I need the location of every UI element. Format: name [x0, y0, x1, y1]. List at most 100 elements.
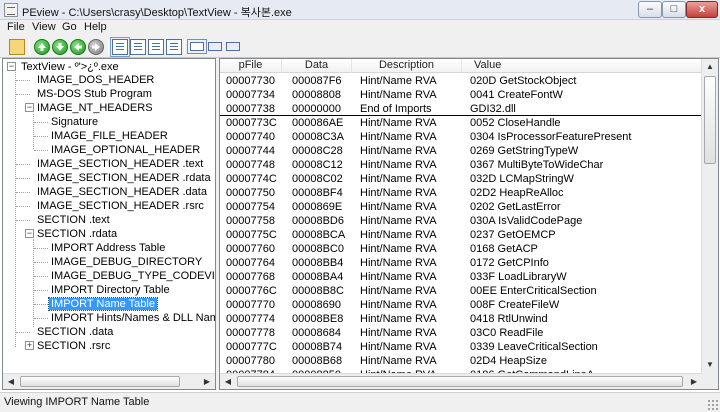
scroll-right-icon[interactable]: ▶	[199, 374, 215, 389]
column-header-description[interactable]: Description	[352, 59, 462, 73]
cell-description: Hint/Name RVA	[360, 229, 437, 241]
table-row[interactable]: 0000773C 000086AE Hint/Name RVA 0052 CloseH…	[220, 116, 702, 130]
cell-value: 0168 GetACP	[470, 243, 538, 255]
scroll-up-icon[interactable]: ▲	[702, 59, 718, 75]
cell-data: 00008BC0	[292, 243, 344, 255]
tree-node-image-debug-type-codeview[interactable]: IMAGE_DEBUG_TYPE_CODEVIEW	[49, 269, 215, 283]
table-row[interactable]: 00007760 00008BC0 Hint/Name RVA 0168 GetACP	[220, 242, 702, 256]
table-row[interactable]: 00007734 00008808 Hint/Name RVA 0041 Create…	[220, 88, 702, 102]
cell-data: 00008C28	[292, 145, 343, 157]
tree-node-import-name-table[interactable]: IMPORT Name Table	[48, 297, 158, 311]
menu-bar: File View Go Help	[0, 20, 720, 36]
tree-node-section-header-rdata[interactable]: IMAGE_SECTION_HEADER .rdata	[35, 171, 213, 185]
table-row[interactable]: 00007774 00008BE8 Hint/Name RVA 0418 RtlUnw…	[220, 312, 702, 326]
structure-tree[interactable]: − TextView - º'>¿º.exe IMAGE_DOS_HEADER …	[2, 58, 216, 390]
tree-node-import-directory-table[interactable]: IMPORT Directory Table	[49, 283, 172, 297]
menu-file[interactable]: File	[3, 21, 29, 33]
tree-node-image-dos-header[interactable]: IMAGE_DOS_HEADER	[35, 73, 156, 87]
table-row[interactable]: 00007750 00008BF4 Hint/Name RVA 02D2 HeapRe…	[220, 186, 702, 200]
scroll-thumb[interactable]	[237, 376, 683, 387]
collapse-icon[interactable]: −	[7, 62, 16, 71]
table-row[interactable]: 0000775C 00008BCA Hint/Name RVA 0237 GetOEM…	[220, 228, 702, 242]
column-header-pfile[interactable]: pFile	[220, 59, 282, 73]
view-words-icon[interactable]	[148, 39, 164, 55]
tree-node-section-text[interactable]: SECTION .text	[35, 213, 112, 227]
tree-line	[16, 332, 30, 333]
menu-help[interactable]: Help	[80, 21, 111, 33]
table-row[interactable]: 0000776C 00008B8C Hint/Name RVA 00EE EnterC…	[220, 284, 702, 298]
tree-node-signature[interactable]: Signature	[49, 115, 100, 129]
close-button[interactable]: x	[686, 1, 718, 18]
go-back-icon[interactable]	[70, 39, 86, 55]
tree-node-import-hints-names[interactable]: IMPORT Hints/Names & DLL Names	[49, 311, 215, 325]
go-forward-icon[interactable]	[88, 39, 104, 55]
layout-icon-1[interactable]	[187, 39, 207, 54]
tree-node-image-debug-directory[interactable]: IMAGE_DEBUG_DIRECTORY	[49, 255, 204, 269]
list-vertical-scrollbar[interactable]: ▲ ▼	[701, 59, 718, 389]
tree-line	[15, 72, 16, 347]
table-row[interactable]: 0000774C 00008C02 Hint/Name RVA 032D LCMapS…	[220, 172, 702, 186]
cell-data: 000087F6	[292, 75, 342, 87]
cell-value: 0172 GetCPInfo	[470, 257, 549, 269]
table-row[interactable]: 0000777C 00008B74 Hint/Name RVA 0339 LeaveC…	[220, 340, 702, 354]
tree-node-import-address-table[interactable]: IMPORT Address Table	[49, 241, 167, 255]
maximize-button[interactable]: □	[662, 1, 686, 18]
tree-node-ms-dos-stub[interactable]: MS-DOS Stub Program	[35, 87, 154, 101]
go-up-icon[interactable]	[34, 39, 50, 55]
tree-node-section-header-text[interactable]: IMAGE_SECTION_HEADER .text	[35, 157, 205, 171]
tree-line	[34, 122, 48, 123]
collapse-icon[interactable]: −	[25, 229, 34, 238]
collapse-icon[interactable]: −	[25, 103, 34, 112]
tree-line	[16, 206, 30, 207]
table-row[interactable]: 00007740 00008C3A Hint/Name RVA 0304 IsProc…	[220, 130, 702, 144]
scroll-thumb[interactable]	[704, 76, 716, 164]
tree-node-image-file-header[interactable]: IMAGE_FILE_HEADER	[49, 129, 170, 143]
table-row[interactable]: 00007744 00008C28 Hint/Name RVA 0269 GetStr…	[220, 144, 702, 158]
list-horizontal-scrollbar[interactable]: ◀ ▶	[220, 373, 702, 389]
column-header-data[interactable]: Data	[282, 59, 352, 73]
app-icon[interactable]	[4, 3, 18, 17]
layout-icon-2[interactable]	[208, 42, 222, 51]
table-row[interactable]: 00007770 00008690 Hint/Name RVA 008F Create…	[220, 298, 702, 312]
scroll-down-icon[interactable]: ▼	[702, 357, 718, 373]
open-file-icon[interactable]	[9, 39, 25, 55]
table-row[interactable]: 00007730 000087F6 Hint/Name RVA 020D GetSto…	[220, 74, 702, 88]
view-dwords-icon[interactable]	[166, 39, 182, 55]
cell-value: 008F CreateFileW	[470, 299, 560, 311]
cell-data: 00008C02	[292, 173, 343, 185]
table-row[interactable]: 00007748 00008C12 Hint/Name RVA 0367 MultiB…	[220, 158, 702, 172]
expand-icon[interactable]: +	[25, 341, 34, 350]
go-down-icon[interactable]	[52, 39, 68, 55]
table-row[interactable]: 00007758 00008BD6 Hint/Name RVA 030A IsVali…	[220, 214, 702, 228]
menu-go[interactable]: Go	[58, 21, 81, 33]
tree-node-image-optional-header[interactable]: IMAGE_OPTIONAL_HEADER	[49, 143, 202, 157]
tree-horizontal-scrollbar[interactable]: ◀ ▶	[3, 373, 215, 389]
tree-node-label: TextView - º'>¿º.exe	[21, 61, 119, 73]
minimize-button[interactable]: ‒	[638, 1, 662, 18]
tree-node-section-header-rsrc[interactable]: IMAGE_SECTION_HEADER .rsrc	[35, 199, 206, 213]
table-row[interactable]: 00007768 00008BA4 Hint/Name RVA 033F LoadLi…	[220, 270, 702, 284]
menu-view[interactable]: View	[28, 21, 60, 33]
table-row[interactable]: 00007754 0000869E Hint/Name RVA 0202 GetLas…	[220, 200, 702, 214]
resize-grip-icon[interactable]	[707, 399, 718, 410]
scroll-left-icon[interactable]: ◀	[220, 374, 236, 389]
view-raw-icon[interactable]	[110, 37, 130, 57]
cell-value: 033F LoadLibraryW	[470, 271, 567, 283]
table-row[interactable]: 00007778 00008684 Hint/Name RVA 03C0 ReadFi…	[220, 326, 702, 340]
table-row[interactable]: 00007780 00008B68 Hint/Name RVA 02D4 HeapSi…	[220, 354, 702, 368]
view-bytes-icon[interactable]	[130, 39, 146, 55]
cell-data: 00008C3A	[292, 131, 344, 143]
tree-node-section-header-data[interactable]: IMAGE_SECTION_HEADER .data	[35, 185, 209, 199]
table-row[interactable]: 00007738 00000000 End of Imports GDI32.dll	[220, 102, 702, 116]
column-header-value[interactable]: Value	[462, 59, 702, 73]
scroll-thumb[interactable]	[20, 376, 180, 387]
cell-value: 030A IsValidCodePage	[470, 215, 583, 227]
layout-icon-3[interactable]	[226, 42, 240, 51]
table-row[interactable]: 00007764 00008BB4 Hint/Name RVA 0172 GetCPI…	[220, 256, 702, 270]
cell-pfile: 00007764	[226, 257, 275, 269]
data-list[interactable]: pFile Data Description Value 00007730 000…	[219, 58, 719, 390]
scroll-right-icon[interactable]: ▶	[686, 374, 702, 389]
cell-pfile: 00007770	[226, 299, 275, 311]
scroll-left-icon[interactable]: ◀	[3, 374, 19, 389]
tree-node-section-data[interactable]: SECTION .data	[35, 325, 115, 339]
